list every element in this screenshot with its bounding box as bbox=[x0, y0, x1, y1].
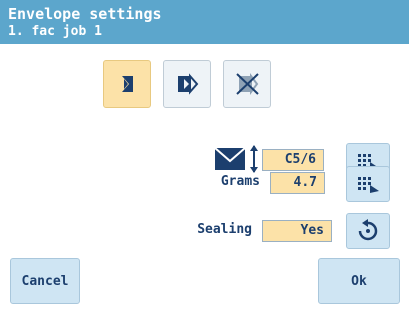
mode-button-flap-right[interactable] bbox=[163, 60, 211, 108]
rotate-icon bbox=[358, 219, 378, 241]
envelope-size-value[interactable]: C5/6 bbox=[262, 149, 324, 171]
sealing-label: Sealing bbox=[197, 222, 252, 237]
mode-button-none[interactable] bbox=[223, 60, 271, 108]
grams-label: Grams bbox=[220, 174, 260, 189]
grams-value[interactable]: 4.7 bbox=[270, 172, 325, 194]
mode-button-flap-left[interactable] bbox=[103, 60, 151, 108]
title-bar: Envelope settings 1. fac job 1 bbox=[0, 0, 409, 44]
sealing-value[interactable]: Yes bbox=[262, 220, 332, 242]
edit-grams-button[interactable] bbox=[346, 166, 390, 202]
cancel-button[interactable]: Cancel bbox=[10, 258, 80, 304]
envelope-size-icon bbox=[214, 145, 258, 173]
page-title: Envelope settings bbox=[8, 5, 162, 23]
envelope-crossed-icon bbox=[236, 73, 259, 95]
envelope-flap-left-icon bbox=[122, 76, 133, 92]
job-name: 1. fac job 1 bbox=[8, 24, 102, 39]
toggle-sealing-button[interactable] bbox=[346, 213, 390, 249]
edit-grams-icon bbox=[358, 177, 379, 193]
ok-button[interactable]: Ok bbox=[318, 258, 400, 304]
envelope-flap-right-icon bbox=[178, 73, 199, 95]
